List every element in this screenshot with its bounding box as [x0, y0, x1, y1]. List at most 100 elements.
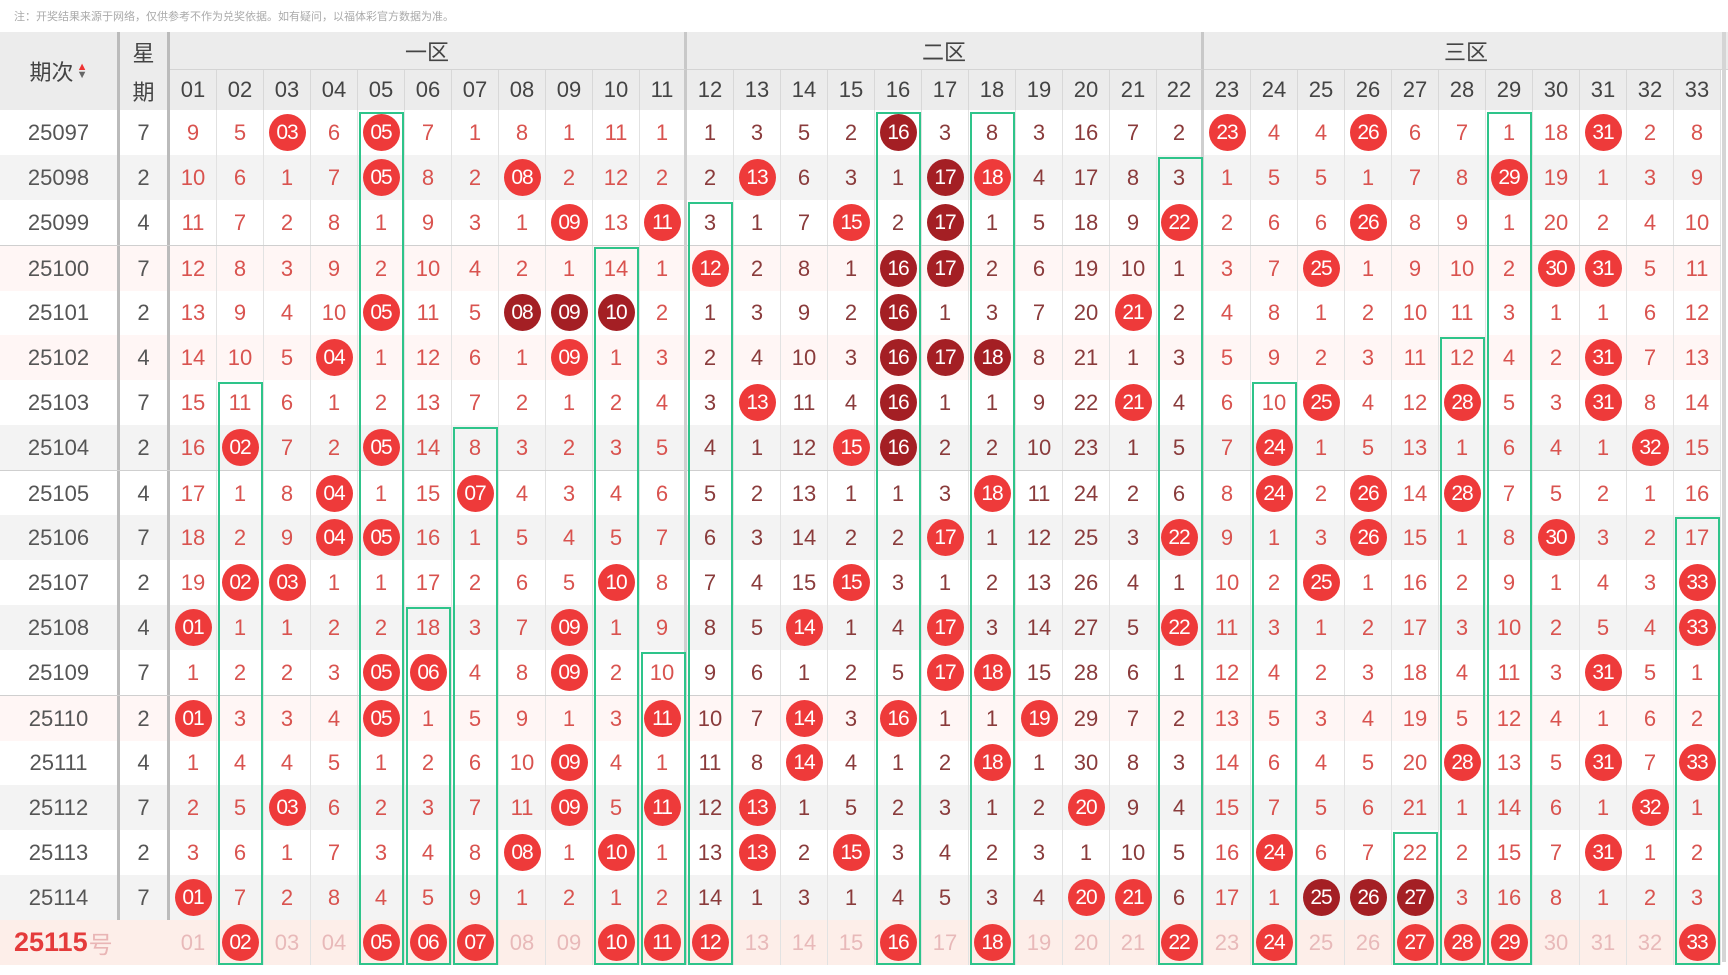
sort-icon[interactable]: ▲ ▼: [77, 62, 88, 81]
cell: 3: [922, 785, 969, 830]
cell: 21: [1110, 380, 1157, 425]
cell: 3: [311, 650, 358, 695]
cell: 3: [875, 560, 922, 605]
table-row[interactable]: 25099 4 11 7 2 8 1 9 3 1 09 13 11 3 1 7 15 2 17 1 5 18 9 22 2 6 6 2…: [0, 200, 1721, 245]
drawn-ball: 13: [738, 384, 776, 421]
cell: 3: [969, 875, 1016, 920]
cell: 1: [1251, 515, 1298, 560]
table-row[interactable]: 25107 2 19 02 03 1 1 17 2 6 5 10 8 7 4 15 15 3 1 2 13 26 4 1 10 2…: [0, 560, 1721, 605]
cell: 9: [217, 290, 264, 335]
cell: 15: [170, 380, 217, 425]
drawn-ball-consecutive: 27: [1396, 879, 1434, 916]
drawn-ball: 20: [1067, 879, 1105, 916]
cell: 2: [969, 560, 1016, 605]
cell: 32: [1627, 920, 1674, 965]
cell: 8: [311, 200, 358, 245]
period-column-header[interactable]: 期次 ▲ ▼: [0, 32, 120, 110]
drawn-ball: 09: [550, 654, 588, 691]
drawn-ball: 29: [1490, 924, 1528, 961]
cell: 5: [452, 290, 499, 335]
table-row[interactable]: 25102 4 14 10 5 04 1 12 6 1 09 1 3 2 4 10 3 16 17 18 8 21 1 3 5 9…: [0, 335, 1721, 380]
cell: 1: [546, 110, 593, 155]
table-row[interactable]: 25108 4 01 1 1 2 2 18 3 7 09 1 9 8 5 14 1 4 17 3 14 27 5 22 11 3 1…: [0, 605, 1721, 650]
cell: 5: [1533, 740, 1580, 785]
cell: 15: [828, 425, 875, 470]
table-row[interactable]: 25097 7 9 5 03 6 05 7 1 8 1 11 1 1 3 5 2 16 3 8 3 16 7 2 23 4 4 26 6…: [0, 110, 1721, 155]
scrollbar[interactable]: [1722, 32, 1726, 962]
cell: 17: [922, 155, 969, 200]
table-row[interactable]: 25101 2 13 9 4 10 05 11 5 08 09 10 2 1 3 9 2 16 1 3 7 20 21 2 4 8…: [0, 290, 1721, 335]
period-number: 25109: [0, 650, 120, 695]
cell: 8: [1110, 740, 1157, 785]
table-row[interactable]: 25114 7 01 7 2 8 4 5 9 1 2 1 2 14 1 3 1 4 5 3 4 20 21 6 17 1 25 26 2…: [0, 875, 1721, 920]
cell: 1: [217, 605, 264, 650]
cell: 2: [1298, 335, 1345, 380]
cell: 08: [499, 155, 546, 200]
table-row[interactable]: 25104 2 16 02 7 2 05 14 8 3 2 3 5 4 1 12 15 16 2 2 10 23 1 5 7 24…: [0, 425, 1721, 470]
cell: 14: [405, 425, 452, 470]
column-header-29: 29: [1486, 70, 1533, 110]
cell: 1: [499, 200, 546, 245]
cell: 4: [1627, 200, 1674, 245]
forecast-period-suffix: 号: [88, 932, 113, 959]
cell: 10: [1110, 830, 1157, 875]
cell: 27: [1392, 920, 1439, 965]
weekday: 7: [120, 785, 170, 830]
table-row[interactable]: 25111 4 1 4 4 5 1 2 6 10 09 4 1 11 8 14 4 1 2 18 1 30 8 3 14 6 4 5 2…: [0, 740, 1721, 785]
table-row[interactable]: 25109 7 1 2 2 3 05 06 4 8 09 2 10 9 6 1 2 5 17 18 15 28 6 1 12 4 2…: [0, 650, 1721, 695]
cell: 1: [922, 290, 969, 335]
table-row[interactable]: 25113 2 3 6 1 7 3 4 8 08 1 10 1 13 13 2 15 3 4 2 3 1 10 5 16 24 6 7…: [0, 830, 1721, 875]
drawn-ball: 12: [691, 924, 729, 961]
cell: 4: [1533, 696, 1580, 741]
drawn-ball-consecutive: 17: [926, 204, 964, 241]
cell: 6: [452, 740, 499, 785]
cell: 12: [687, 785, 734, 830]
cell: 5: [1486, 380, 1533, 425]
cell: 8: [405, 155, 452, 200]
drawn-ball: 28: [1443, 475, 1481, 512]
cell: 2: [781, 830, 828, 875]
drawn-ball: 05: [362, 294, 400, 331]
cell: 4: [734, 560, 781, 605]
cell: 1: [1016, 740, 1063, 785]
column-header-09: 09: [546, 70, 593, 110]
table-row[interactable]: 25105 4 17 1 8 04 1 15 07 4 3 4 6 5 2 13 1 1 3 18 11 24 2 6 8 24 2…: [0, 470, 1721, 516]
cell: 17: [922, 650, 969, 695]
cell: 12: [1486, 696, 1533, 741]
cell: 1: [264, 605, 311, 650]
cell: 2: [828, 290, 875, 335]
cell: 2: [264, 200, 311, 245]
cell: 13: [1486, 740, 1533, 785]
cell: 3: [922, 471, 969, 516]
table-row[interactable]: 25103 7 15 11 6 1 2 13 7 2 1 2 4 3 13 11 4 16 1 1 9 22 21 4 6 10 2…: [0, 380, 1721, 425]
table-row[interactable]: 25098 2 10 6 1 7 05 8 2 08 2 12 2 2 13 6 3 1 17 18 4 17 8 3 1 5 5 1…: [0, 155, 1721, 200]
cell: 13: [734, 380, 781, 425]
forecast-row[interactable]: 25115 号 01 02 03 04 05 06 07 08 09 10 11 12 13 14 15 16 17…: [0, 920, 1721, 965]
cell: 2: [452, 560, 499, 605]
cell: 2: [1674, 830, 1721, 875]
drawn-ball: 25: [1302, 250, 1340, 287]
cell: 17: [405, 560, 452, 605]
cell: 3: [828, 335, 875, 380]
table-row[interactable]: 25112 7 2 5 03 6 2 3 7 11 09 5 11 12 13 1 5 2 3 1 2 20 9 4 15 7 5 6…: [0, 785, 1721, 830]
cell: 5: [1345, 740, 1392, 785]
cell: 1: [828, 471, 875, 516]
drawn-ball-consecutive: 16: [879, 250, 917, 287]
cell: 7: [1533, 830, 1580, 875]
cell: 8: [499, 110, 546, 155]
cell: 1: [358, 471, 405, 516]
table-row[interactable]: 25106 7 18 2 9 04 05 16 1 5 4 5 7 6 3 14 2 2 17 1 12 25 3 22 9 1 3…: [0, 515, 1721, 560]
cell: 1: [1063, 830, 1110, 875]
cell: 14: [1392, 471, 1439, 516]
cell: 10: [1674, 200, 1721, 245]
cell: 13: [734, 920, 781, 965]
table-row[interactable]: 25100 7 12 8 3 9 2 10 4 2 1 14 1 12 2 8 1 16 17 2 6 19 10 1 3 7 25…: [0, 245, 1721, 291]
drawn-ball: 15: [832, 429, 870, 466]
cell: 8: [264, 471, 311, 516]
cell: 6: [1627, 290, 1674, 335]
drawn-ball: 33: [1678, 564, 1716, 601]
table-row[interactable]: 25110 2 01 3 3 4 05 1 5 9 1 3 11 10 7 14 3 16 1 1 19 29 7 2 13 5 3…: [0, 695, 1721, 741]
drawn-ball: 20: [1067, 789, 1105, 826]
cell: 7: [452, 380, 499, 425]
cell: 1: [1345, 560, 1392, 605]
